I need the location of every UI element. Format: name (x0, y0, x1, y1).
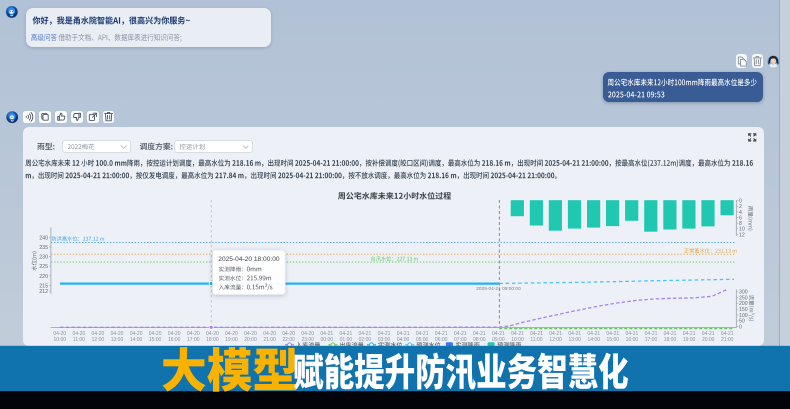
svg-text:212: 212 (39, 289, 48, 295)
svg-text:23:00: 23:00 (301, 337, 314, 343)
svg-text:235: 235 (39, 245, 48, 251)
svg-text:13:00: 13:00 (111, 337, 124, 343)
svg-text:11:00: 11:00 (73, 337, 85, 343)
svg-text:22:00: 22:00 (282, 337, 295, 343)
svg-text:220: 220 (39, 274, 48, 280)
svg-text:14:00: 14:00 (588, 337, 601, 343)
svg-text:04:00: 04:00 (397, 337, 410, 343)
svg-text:15:00: 15:00 (607, 337, 620, 343)
svg-text:01:00: 01:00 (340, 337, 353, 343)
svg-text:19:00: 19:00 (683, 337, 696, 343)
svg-text:13:00: 13:00 (568, 337, 581, 343)
svg-text:21:00: 21:00 (263, 337, 276, 343)
svg-text:0: 0 (739, 325, 742, 331)
svg-text:07:00: 07:00 (454, 337, 467, 343)
svg-text:21:00: 21:00 (721, 337, 734, 343)
svg-text:12:00: 12:00 (92, 337, 105, 343)
svg-text:2025-04-20 18:00:00: 2025-04-20 18:00:00 (218, 256, 280, 263)
svg-text:15:00: 15:00 (149, 337, 162, 343)
svg-text:03:00: 03:00 (378, 337, 391, 343)
svg-text:20:00: 20:00 (702, 337, 715, 343)
svg-text:17:00: 17:00 (187, 337, 200, 343)
svg-text:11:00: 11:00 (530, 337, 542, 343)
svg-text:12:00: 12:00 (549, 337, 562, 343)
svg-text:09:00: 09:00 (492, 337, 505, 343)
svg-text:18:00: 18:00 (664, 337, 677, 343)
svg-text:240: 240 (39, 235, 48, 241)
svg-text:10:00: 10:00 (54, 337, 67, 343)
svg-text:19:00: 19:00 (225, 337, 238, 343)
svg-text:06:00: 06:00 (435, 337, 448, 343)
svg-text:12: 12 (739, 232, 745, 238)
svg-text:20:00: 20:00 (244, 337, 257, 343)
svg-text:05:00: 05:00 (416, 337, 429, 343)
svg-text:08:00: 08:00 (473, 337, 486, 343)
svg-text:225: 225 (39, 264, 48, 270)
svg-text:16:00: 16:00 (626, 337, 639, 343)
svg-text:18:00: 18:00 (206, 337, 219, 343)
svg-text:16:00: 16:00 (168, 337, 181, 343)
svg-text:2025-04-21 09:00:00: 2025-04-21 09:00:00 (476, 286, 521, 292)
svg-text:17:00: 17:00 (645, 337, 658, 343)
svg-text:14:00: 14:00 (130, 337, 143, 343)
svg-text:00:00: 00:00 (321, 337, 334, 343)
svg-text:230: 230 (39, 255, 48, 261)
